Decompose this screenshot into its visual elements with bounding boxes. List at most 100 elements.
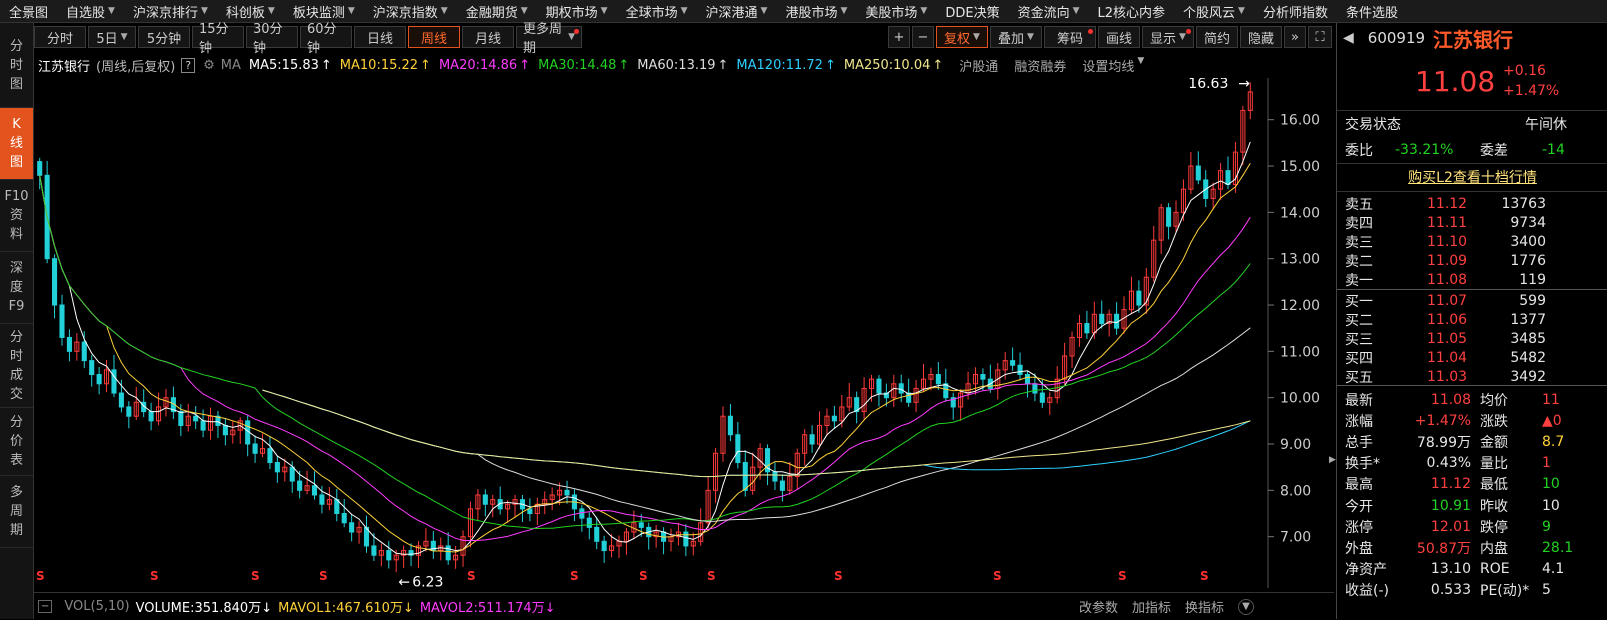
nav-item-15[interactable]: 个股风云 ▼ (1174, 0, 1254, 22)
dividend-marker[interactable]: S (1200, 569, 1209, 583)
period-tab-7[interactable]: 周线 (408, 26, 460, 48)
period-tab-4[interactable]: 30分钟 (246, 22, 298, 56)
dividend-marker[interactable]: S (993, 569, 1002, 583)
nav-item-9[interactable]: 沪深港通 ▼ (697, 0, 777, 22)
candle-body (52, 258, 58, 306)
asks-row-0[interactable]: 卖五 11.12 13763 (1337, 194, 1607, 213)
info-link-1[interactable]: 融资融券 (1014, 56, 1066, 75)
dividend-marker[interactable]: S (319, 569, 328, 583)
nav-item-14[interactable]: L2核心内参 (1089, 0, 1175, 22)
period-tab-2[interactable]: 5分钟 (138, 26, 190, 48)
info-link-2[interactable]: 设置均线 (1082, 56, 1134, 75)
tool-button-3[interactable]: 画线 (1098, 26, 1140, 48)
nav-item-12[interactable]: DDE决策 (936, 0, 1008, 22)
tool-button-4[interactable]: 显示 ▼ (1142, 26, 1194, 48)
dividend-marker[interactable]: S (639, 569, 648, 583)
nav-item-16[interactable]: 分析师指数 (1254, 0, 1337, 22)
help-button[interactable]: ? (181, 57, 196, 73)
arrow-up-icon: ↑ (420, 57, 431, 73)
candle-body (683, 531, 689, 547)
stat-label: 跌停 (1480, 519, 1508, 536)
dividend-marker[interactable]: S (150, 569, 159, 583)
vol-toggle-icon[interactable]: − (38, 600, 53, 613)
chevron-down-icon: ▼ (840, 6, 848, 16)
view-tab-label: 价 (9, 434, 23, 449)
bids-row-2[interactable]: 买三 11.05 3485 (1337, 329, 1607, 348)
asks-row-3[interactable]: 卖二 11.09 1776 (1337, 251, 1607, 270)
stock-code: 600919 (1367, 29, 1426, 47)
dividend-marker[interactable]: S (1118, 569, 1127, 583)
nav-item-8[interactable]: 全球市场 ▼ (617, 0, 697, 22)
nav-item-1[interactable]: 自选股 ▼ (57, 0, 124, 22)
nav-item-11[interactable]: 美股市场 ▼ (856, 0, 936, 22)
bids-row-4[interactable]: 买五 11.03 3492 (1337, 367, 1607, 386)
tool-button-5[interactable]: 简约 (1196, 26, 1238, 48)
chevron-down-icon[interactable]: ▼ (1238, 598, 1254, 615)
vol-tab-0[interactable]: 改参数 (1079, 597, 1118, 616)
nav-item-5[interactable]: 沪深京指数 ▼ (364, 0, 457, 22)
ma-info-bar: 江苏银行 (周线,后复权) ? ⚙ MA MA5:15.83 ↑ MA10:15.2… (34, 54, 1334, 76)
view-tab-label: 深 (9, 261, 23, 276)
view-tab-0[interactable]: 分时图 (0, 23, 33, 108)
nav-item-10[interactable]: 港股市场 ▼ (776, 0, 856, 22)
tool-button-1[interactable]: 叠加 ▼ (990, 26, 1042, 48)
settings-gear-icon[interactable]: ⚙ (203, 58, 215, 73)
candle-body (349, 522, 355, 533)
prev-stock-icon[interactable]: ◀ (1343, 30, 1354, 46)
tool-button-6[interactable]: 隐藏 (1240, 26, 1282, 48)
asks-row-4[interactable]: 卖一 11.08 119 (1337, 270, 1607, 289)
dividend-marker[interactable]: S (570, 569, 579, 583)
stat-value: 13.10 (1430, 561, 1471, 578)
period-tab-1[interactable]: 5日 ▼ (88, 26, 136, 48)
bids-row-0[interactable]: 买一 11.07 599 (1337, 291, 1607, 310)
stat-label: ROE (1480, 561, 1510, 578)
stat-label: 昨收 (1480, 498, 1508, 515)
dividend-marker[interactable]: S (834, 569, 843, 583)
candle-body (118, 392, 124, 408)
chevron-down-icon: ▼ (1027, 32, 1034, 42)
view-tab-2[interactable]: F10 资料 (0, 180, 33, 252)
view-tab-label: K (12, 117, 21, 132)
kline-chart-svg[interactable]: 16.00 15.00 14.00 13.00 12.00 11.00 10.00 9.00 8… (34, 76, 1334, 590)
period-tab-9[interactable]: 更多周期 ▼ (516, 22, 582, 56)
dividend-marker[interactable]: S (707, 569, 716, 583)
view-tab-label: 图 (9, 76, 23, 92)
dividend-marker[interactable]: S (251, 569, 260, 583)
period-tab-3[interactable]: 15分钟 (192, 22, 244, 56)
chevron-down-icon: ▼ (347, 6, 355, 16)
tool-button-2[interactable]: 筹码 (1044, 26, 1096, 48)
period-tab-6[interactable]: 日线 (354, 26, 406, 48)
dividend-marker[interactable]: S (36, 569, 45, 583)
view-tab-3[interactable]: 深度 F9 (0, 252, 33, 324)
bids-row-3[interactable]: 买四 11.04 5482 (1337, 348, 1607, 367)
book-volume: 3492 (1510, 368, 1546, 385)
kline-chart[interactable]: 16.00 15.00 14.00 13.00 12.00 11.00 10.00 9.00 8… (34, 76, 1334, 590)
view-tab-4[interactable]: 分时成交 (0, 324, 33, 408)
period-tab-8[interactable]: 月线 (462, 26, 514, 48)
nav-item-0[interactable]: 全景图 (0, 0, 57, 22)
expand-icon[interactable]: » (1284, 26, 1306, 48)
dividend-marker[interactable]: S (467, 569, 476, 583)
period-tab-5[interactable]: 60分钟 (300, 22, 352, 56)
vol-tab-2[interactable]: 换指标 (1185, 597, 1224, 616)
view-tab-label: 料 (9, 227, 23, 242)
panel-collapse-icon[interactable]: ▶ (1329, 455, 1337, 475)
chart-toolbar: 分时 5日 ▼ 5分钟 15分钟 30分钟 60分钟 日线 周线 月线 更多周期 ▼ + − 复权 ▼ 叠加 ▼ 筹… (34, 22, 1334, 56)
buy-l2-link[interactable]: 购买L2查看十档行情 (1408, 167, 1537, 187)
view-tab-6[interactable]: 多周期 (0, 476, 33, 548)
tool-button-label: 隐藏 (1247, 31, 1274, 47)
zoom-out-button[interactable]: − (912, 26, 934, 48)
period-tab-0[interactable]: 分时 (34, 26, 86, 48)
view-tab-5[interactable]: 分价表 (0, 408, 33, 476)
info-link-0[interactable]: 沪股通 (959, 56, 998, 75)
nav-item-13[interactable]: 资金流向 ▼ (1009, 0, 1089, 22)
bids-row-1[interactable]: 买二 11.06 1377 (1337, 310, 1607, 329)
vol-tab-1[interactable]: 加指标 (1132, 597, 1171, 616)
tool-button-0[interactable]: 复权 ▼ (936, 26, 988, 48)
zoom-in-button[interactable]: + (888, 26, 910, 48)
nav-item-17[interactable]: 条件选股 (1337, 0, 1407, 22)
view-tab-1[interactable]: K线图 (0, 108, 33, 180)
fullscreen-icon[interactable]: ⛶ (1308, 26, 1332, 48)
asks-row-2[interactable]: 卖三 11.10 3400 (1337, 232, 1607, 251)
asks-row-1[interactable]: 卖四 11.11 9734 (1337, 213, 1607, 232)
